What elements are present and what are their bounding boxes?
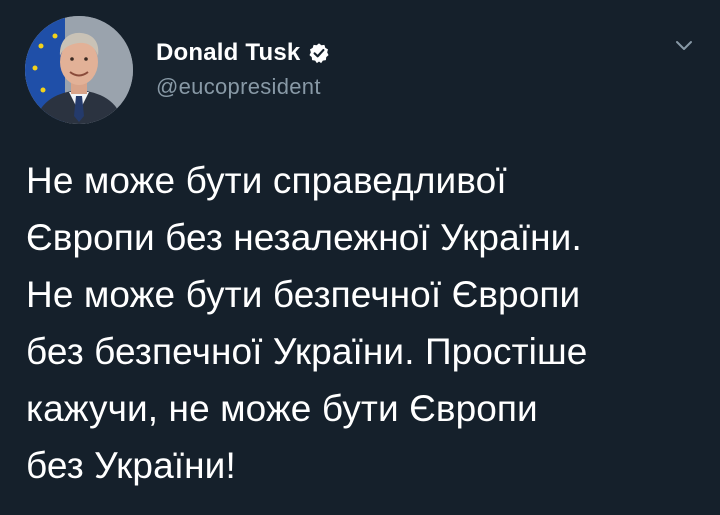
author-info: Donald Tusk @eucopresident (156, 38, 330, 100)
display-name[interactable]: Donald Tusk (156, 39, 300, 67)
tweet-text-line: Європи без незалежної України. (26, 217, 582, 258)
name-row: Donald Tusk (156, 38, 330, 68)
tweet-text-line: без безпечної України. Простіше (26, 331, 588, 372)
tweet-text-line: Не може бути безпечної Європи (26, 274, 581, 315)
tweet-card: Donald Tusk @eucopresident Не може бути … (0, 0, 720, 515)
chevron-down-icon[interactable] (673, 34, 695, 56)
tweet-text-line: Не може бути справедливої (26, 160, 507, 201)
user-handle[interactable]: @eucopresident (156, 74, 330, 100)
tweet-header: Donald Tusk @eucopresident (25, 16, 695, 126)
avatar[interactable] (25, 16, 133, 124)
verified-badge-icon (308, 42, 330, 64)
tweet-text: Не може бути справедливої Європи без нез… (26, 152, 710, 494)
profile-photo-icon (25, 16, 133, 124)
tweet-text-line: кажучи, не може бути Європи (26, 388, 538, 429)
tweet-text-line: без України! (26, 445, 236, 486)
